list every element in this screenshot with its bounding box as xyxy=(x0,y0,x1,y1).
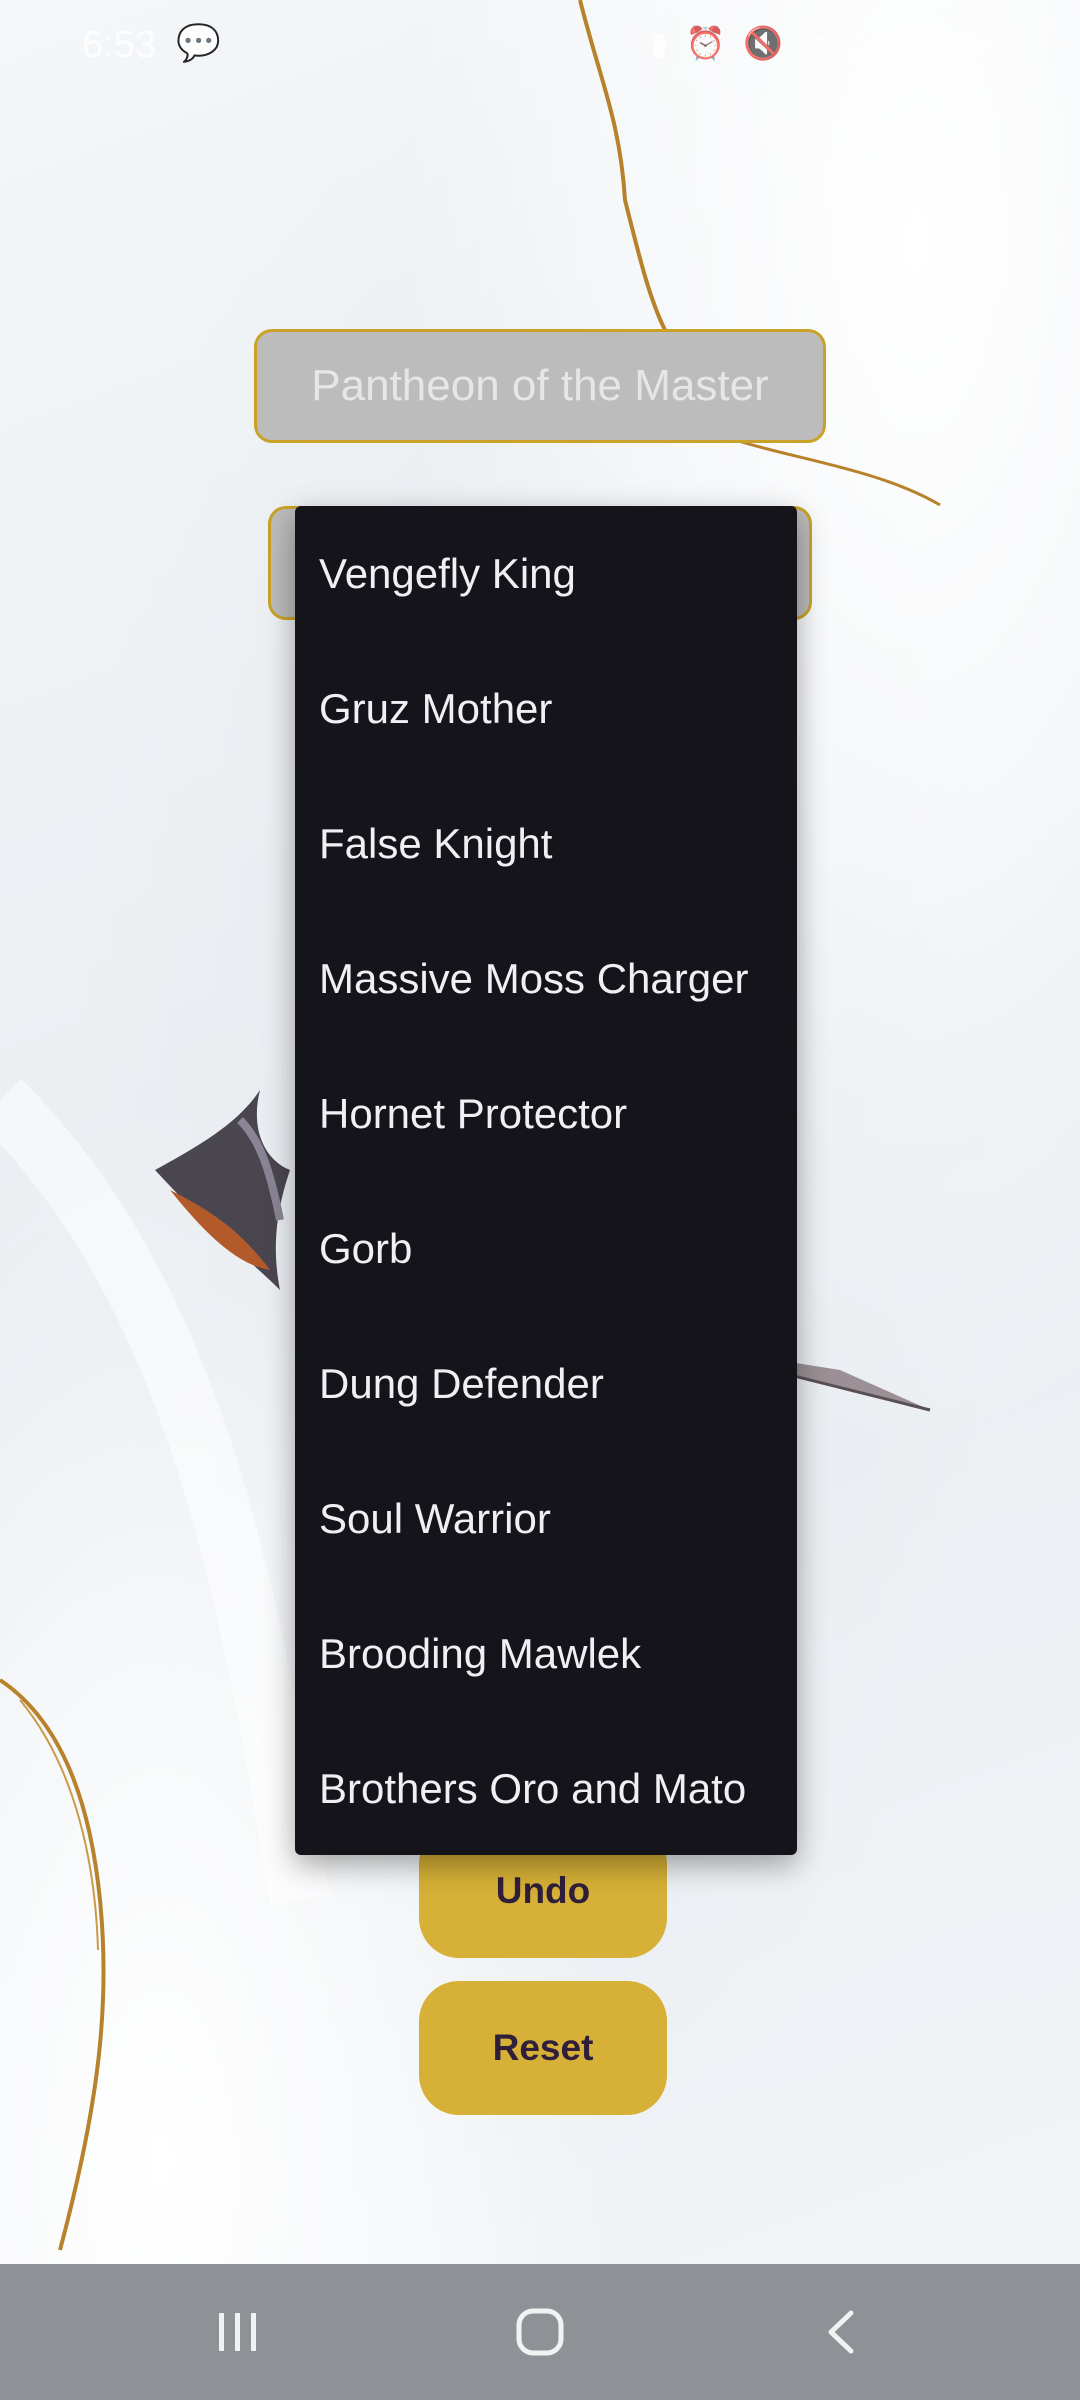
recent-apps-icon xyxy=(219,2313,256,2351)
dropdown-item-brooding-mawlek[interactable]: Brooding Mawlek xyxy=(295,1586,797,1721)
dropdown-item-hornet-protector[interactable]: Hornet Protector xyxy=(295,1046,797,1181)
signal-icon: ▂▄▆ xyxy=(846,25,918,61)
chat-icon: 💬 xyxy=(176,22,221,63)
dropdown-item-false-knight[interactable]: False Knight xyxy=(295,776,797,911)
back-button[interactable] xyxy=(772,2264,912,2400)
mute-icon: 🔇 xyxy=(743,25,784,61)
boss-dropdown-menu: Vengefly King Gruz Mother False Knight M… xyxy=(295,506,797,1855)
recent-apps-button[interactable] xyxy=(168,2264,308,2400)
dropdown-item-dung-defender[interactable]: Dung Defender xyxy=(295,1316,797,1451)
alarm-icon: ⏰ xyxy=(685,25,726,61)
status-bar: 6:53 💬 ▮ ⏰ 🔇 ≋ ▂▄▆ 70% xyxy=(0,0,1080,90)
reset-button[interactable]: Reset xyxy=(419,1981,667,2115)
pantheon-select-value: Pantheon of the Master xyxy=(311,361,769,410)
back-icon xyxy=(828,2310,854,2354)
navigation-bar xyxy=(0,2264,1080,2400)
dropdown-item-gruz-mother[interactable]: Gruz Mother xyxy=(295,641,797,776)
status-time: 6:53 xyxy=(82,24,156,66)
dropdown-item-brothers-oro-and-mato[interactable]: Brothers Oro and Mato xyxy=(295,1721,797,1855)
dropdown-item-gorb[interactable]: Gorb xyxy=(295,1181,797,1316)
dropdown-item-vengefly-king[interactable]: Vengefly King xyxy=(295,506,797,641)
sim-icon: ▮ xyxy=(649,25,668,61)
dropdown-item-soul-warrior[interactable]: Soul Warrior xyxy=(295,1451,797,1586)
status-icons: ▮ ⏰ 🔇 ≋ ▂▄▆ 70% xyxy=(650,24,1000,62)
home-button[interactable] xyxy=(470,2264,610,2400)
home-icon xyxy=(516,2308,564,2356)
dropdown-item-massive-moss-charger[interactable]: Massive Moss Charger xyxy=(295,911,797,1046)
battery-percent: 70% xyxy=(935,24,1000,61)
wifi-icon: ≋ xyxy=(801,25,829,61)
pantheon-select[interactable]: Pantheon of the Master xyxy=(254,329,826,443)
